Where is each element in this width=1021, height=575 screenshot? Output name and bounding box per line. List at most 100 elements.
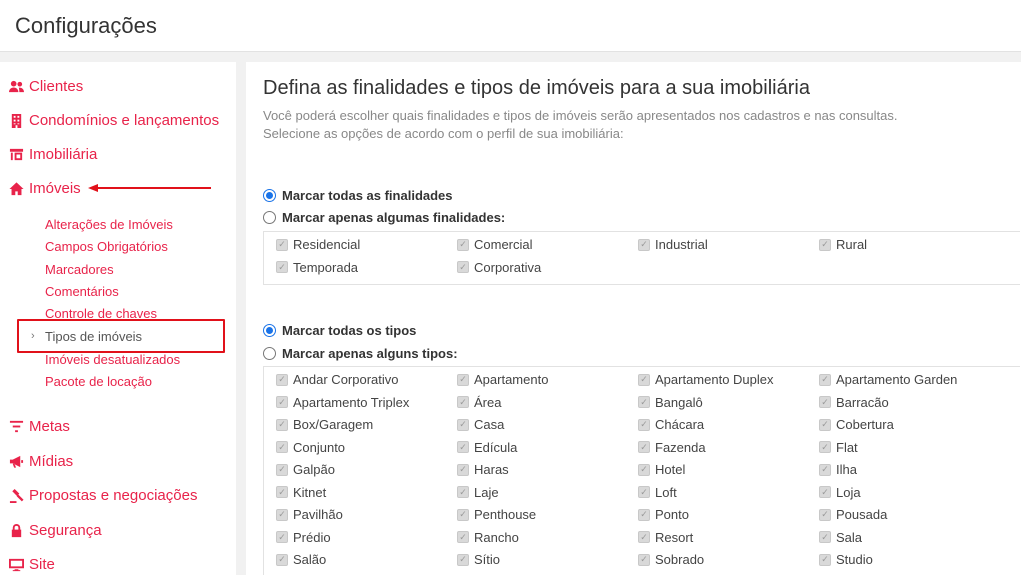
- checkbox[interactable]: ✓: [457, 238, 469, 251]
- option-checkbox-item[interactable]: ✓ Temporada: [276, 260, 358, 275]
- option-checkbox-item[interactable]: ✓ Apartamento Garden: [819, 372, 957, 387]
- option-checkbox-item[interactable]: ✓ Haras: [457, 462, 509, 477]
- option-checkbox-item[interactable]: ✓ Apartamento Duplex: [638, 372, 774, 387]
- option-checkbox-item[interactable]: ✓ Flat: [819, 440, 858, 455]
- option-checkbox-item[interactable]: ✓ Sala: [819, 530, 862, 545]
- checkbox[interactable]: ✓: [276, 508, 288, 521]
- checkbox[interactable]: ✓: [457, 261, 469, 273]
- radio-some-finalidades[interactable]: Marcar apenas algumas finalidades:: [263, 210, 505, 225]
- option-checkbox-item[interactable]: ✓ Hotel: [638, 462, 685, 477]
- sidebar-item-condominios[interactable]: Condomínios e lançamentos: [8, 112, 219, 129]
- checkbox[interactable]: ✓: [638, 463, 650, 476]
- option-checkbox-item[interactable]: ✓ Bangalô: [638, 395, 703, 410]
- checkbox[interactable]: ✓: [457, 396, 469, 408]
- option-checkbox-item[interactable]: ✓ Loja: [819, 485, 861, 500]
- option-checkbox-item[interactable]: ✓ Apartamento: [457, 372, 548, 387]
- option-checkbox-item[interactable]: ✓ Andar Corporativo: [276, 372, 399, 387]
- checkbox[interactable]: ✓: [276, 396, 288, 408]
- option-checkbox-item[interactable]: ✓ Área: [457, 395, 501, 410]
- checkbox[interactable]: ✓: [819, 418, 831, 431]
- checkbox[interactable]: ✓: [819, 463, 831, 476]
- option-checkbox-item[interactable]: ✓ Industrial: [638, 237, 708, 252]
- option-checkbox-item[interactable]: ✓ Conjunto: [276, 440, 345, 455]
- option-checkbox-item[interactable]: ✓ Sobrado: [638, 552, 704, 567]
- radio-button[interactable]: [263, 324, 276, 337]
- option-checkbox-item[interactable]: ✓ Loft: [638, 485, 677, 500]
- checkbox[interactable]: ✓: [819, 531, 831, 543]
- checkbox[interactable]: ✓: [276, 531, 288, 543]
- sidebar-item-midias[interactable]: Mídias: [8, 453, 73, 470]
- checkbox[interactable]: ✓: [457, 418, 469, 431]
- sidebar-subitem-pacote-locacao[interactable]: Pacote de locação: [45, 374, 152, 389]
- checkbox[interactable]: ✓: [638, 373, 650, 386]
- checkbox[interactable]: ✓: [638, 238, 650, 251]
- checkbox[interactable]: ✓: [819, 486, 831, 498]
- checkbox[interactable]: ✓: [819, 373, 831, 386]
- checkbox[interactable]: ✓: [457, 553, 469, 566]
- sidebar-item-metas[interactable]: Metas: [8, 418, 70, 435]
- sidebar-item-seguranca[interactable]: Segurança: [8, 522, 102, 539]
- option-checkbox-item[interactable]: ✓ Salão: [276, 552, 326, 567]
- radio-button[interactable]: [263, 347, 276, 360]
- option-checkbox-item[interactable]: ✓ Galpão: [276, 462, 335, 477]
- option-checkbox-item[interactable]: ✓ Fazenda: [638, 440, 706, 455]
- checkbox[interactable]: ✓: [638, 508, 650, 521]
- checkbox[interactable]: ✓: [819, 508, 831, 521]
- checkbox[interactable]: ✓: [819, 238, 831, 251]
- checkbox[interactable]: ✓: [276, 373, 288, 386]
- checkbox[interactable]: ✓: [457, 486, 469, 498]
- sidebar-subitem-alteracoes[interactable]: Alterações de Imóveis: [45, 217, 173, 232]
- sidebar-subitem-comentarios[interactable]: Comentários: [45, 284, 119, 299]
- option-checkbox-item[interactable]: ✓ Box/Garagem: [276, 417, 373, 432]
- sidebar-item-imoveis[interactable]: Imóveis: [8, 180, 81, 197]
- option-checkbox-item[interactable]: ✓ Chácara: [638, 417, 704, 432]
- radio-button[interactable]: [263, 211, 276, 224]
- option-checkbox-item[interactable]: ✓ Ponto: [638, 507, 689, 522]
- sidebar-subitem-campos-obrigatorios[interactable]: Campos Obrigatórios: [45, 239, 168, 254]
- option-checkbox-item[interactable]: ✓ Apartamento Triplex: [276, 395, 409, 410]
- option-checkbox-item[interactable]: ✓ Resort: [638, 530, 693, 545]
- checkbox[interactable]: ✓: [276, 261, 288, 273]
- radio-all-tipos[interactable]: Marcar todas os tipos: [263, 323, 416, 338]
- option-checkbox-item[interactable]: ✓ Casa: [457, 417, 504, 432]
- checkbox[interactable]: ✓: [638, 486, 650, 498]
- option-checkbox-item[interactable]: ✓ Studio: [819, 552, 873, 567]
- checkbox[interactable]: ✓: [638, 441, 650, 453]
- checkbox[interactable]: ✓: [276, 441, 288, 453]
- checkbox[interactable]: ✓: [276, 418, 288, 431]
- checkbox[interactable]: ✓: [819, 396, 831, 408]
- checkbox[interactable]: ✓: [638, 396, 650, 408]
- option-checkbox-item[interactable]: ✓ Prédio: [276, 530, 331, 545]
- checkbox[interactable]: ✓: [276, 553, 288, 566]
- sidebar-item-imobiliaria[interactable]: Imobiliária: [8, 146, 97, 163]
- checkbox[interactable]: ✓: [638, 418, 650, 431]
- option-checkbox-item[interactable]: ✓ Edícula: [457, 440, 517, 455]
- checkbox[interactable]: ✓: [638, 531, 650, 543]
- option-checkbox-item[interactable]: ✓ Rural: [819, 237, 867, 252]
- checkbox[interactable]: ✓: [276, 486, 288, 498]
- radio-some-tipos[interactable]: Marcar apenas alguns tipos:: [263, 346, 458, 361]
- option-checkbox-item[interactable]: ✓ Pavilhão: [276, 507, 343, 522]
- option-checkbox-item[interactable]: ✓ Cobertura: [819, 417, 894, 432]
- checkbox[interactable]: ✓: [457, 463, 469, 476]
- radio-button[interactable]: [263, 189, 276, 202]
- option-checkbox-item[interactable]: ✓ Sítio: [457, 552, 500, 567]
- option-checkbox-item[interactable]: ✓ Ilha: [819, 462, 857, 477]
- sidebar-item-site[interactable]: Site: [8, 556, 55, 573]
- option-checkbox-item[interactable]: ✓ Comercial: [457, 237, 533, 252]
- checkbox[interactable]: ✓: [457, 531, 469, 543]
- checkbox[interactable]: ✓: [819, 553, 831, 566]
- option-checkbox-item[interactable]: ✓ Barracão: [819, 395, 889, 410]
- sidebar-item-propostas[interactable]: Propostas e negociações: [8, 487, 197, 504]
- option-checkbox-item[interactable]: ✓ Kitnet: [276, 485, 326, 500]
- checkbox[interactable]: ✓: [457, 508, 469, 521]
- sidebar-item-clientes[interactable]: Clientes: [8, 78, 83, 95]
- radio-all-finalidades[interactable]: Marcar todas as finalidades: [263, 188, 453, 203]
- option-checkbox-item[interactable]: ✓ Corporativa: [457, 260, 541, 275]
- option-checkbox-item[interactable]: ✓ Laje: [457, 485, 499, 500]
- checkbox[interactable]: ✓: [638, 553, 650, 566]
- checkbox[interactable]: ✓: [276, 463, 288, 476]
- sidebar-subitem-marcadores[interactable]: Marcadores: [45, 262, 114, 277]
- sidebar-subitem-imoveis-desatualizados[interactable]: Imóveis desatualizados: [45, 352, 180, 367]
- checkbox[interactable]: ✓: [457, 373, 469, 386]
